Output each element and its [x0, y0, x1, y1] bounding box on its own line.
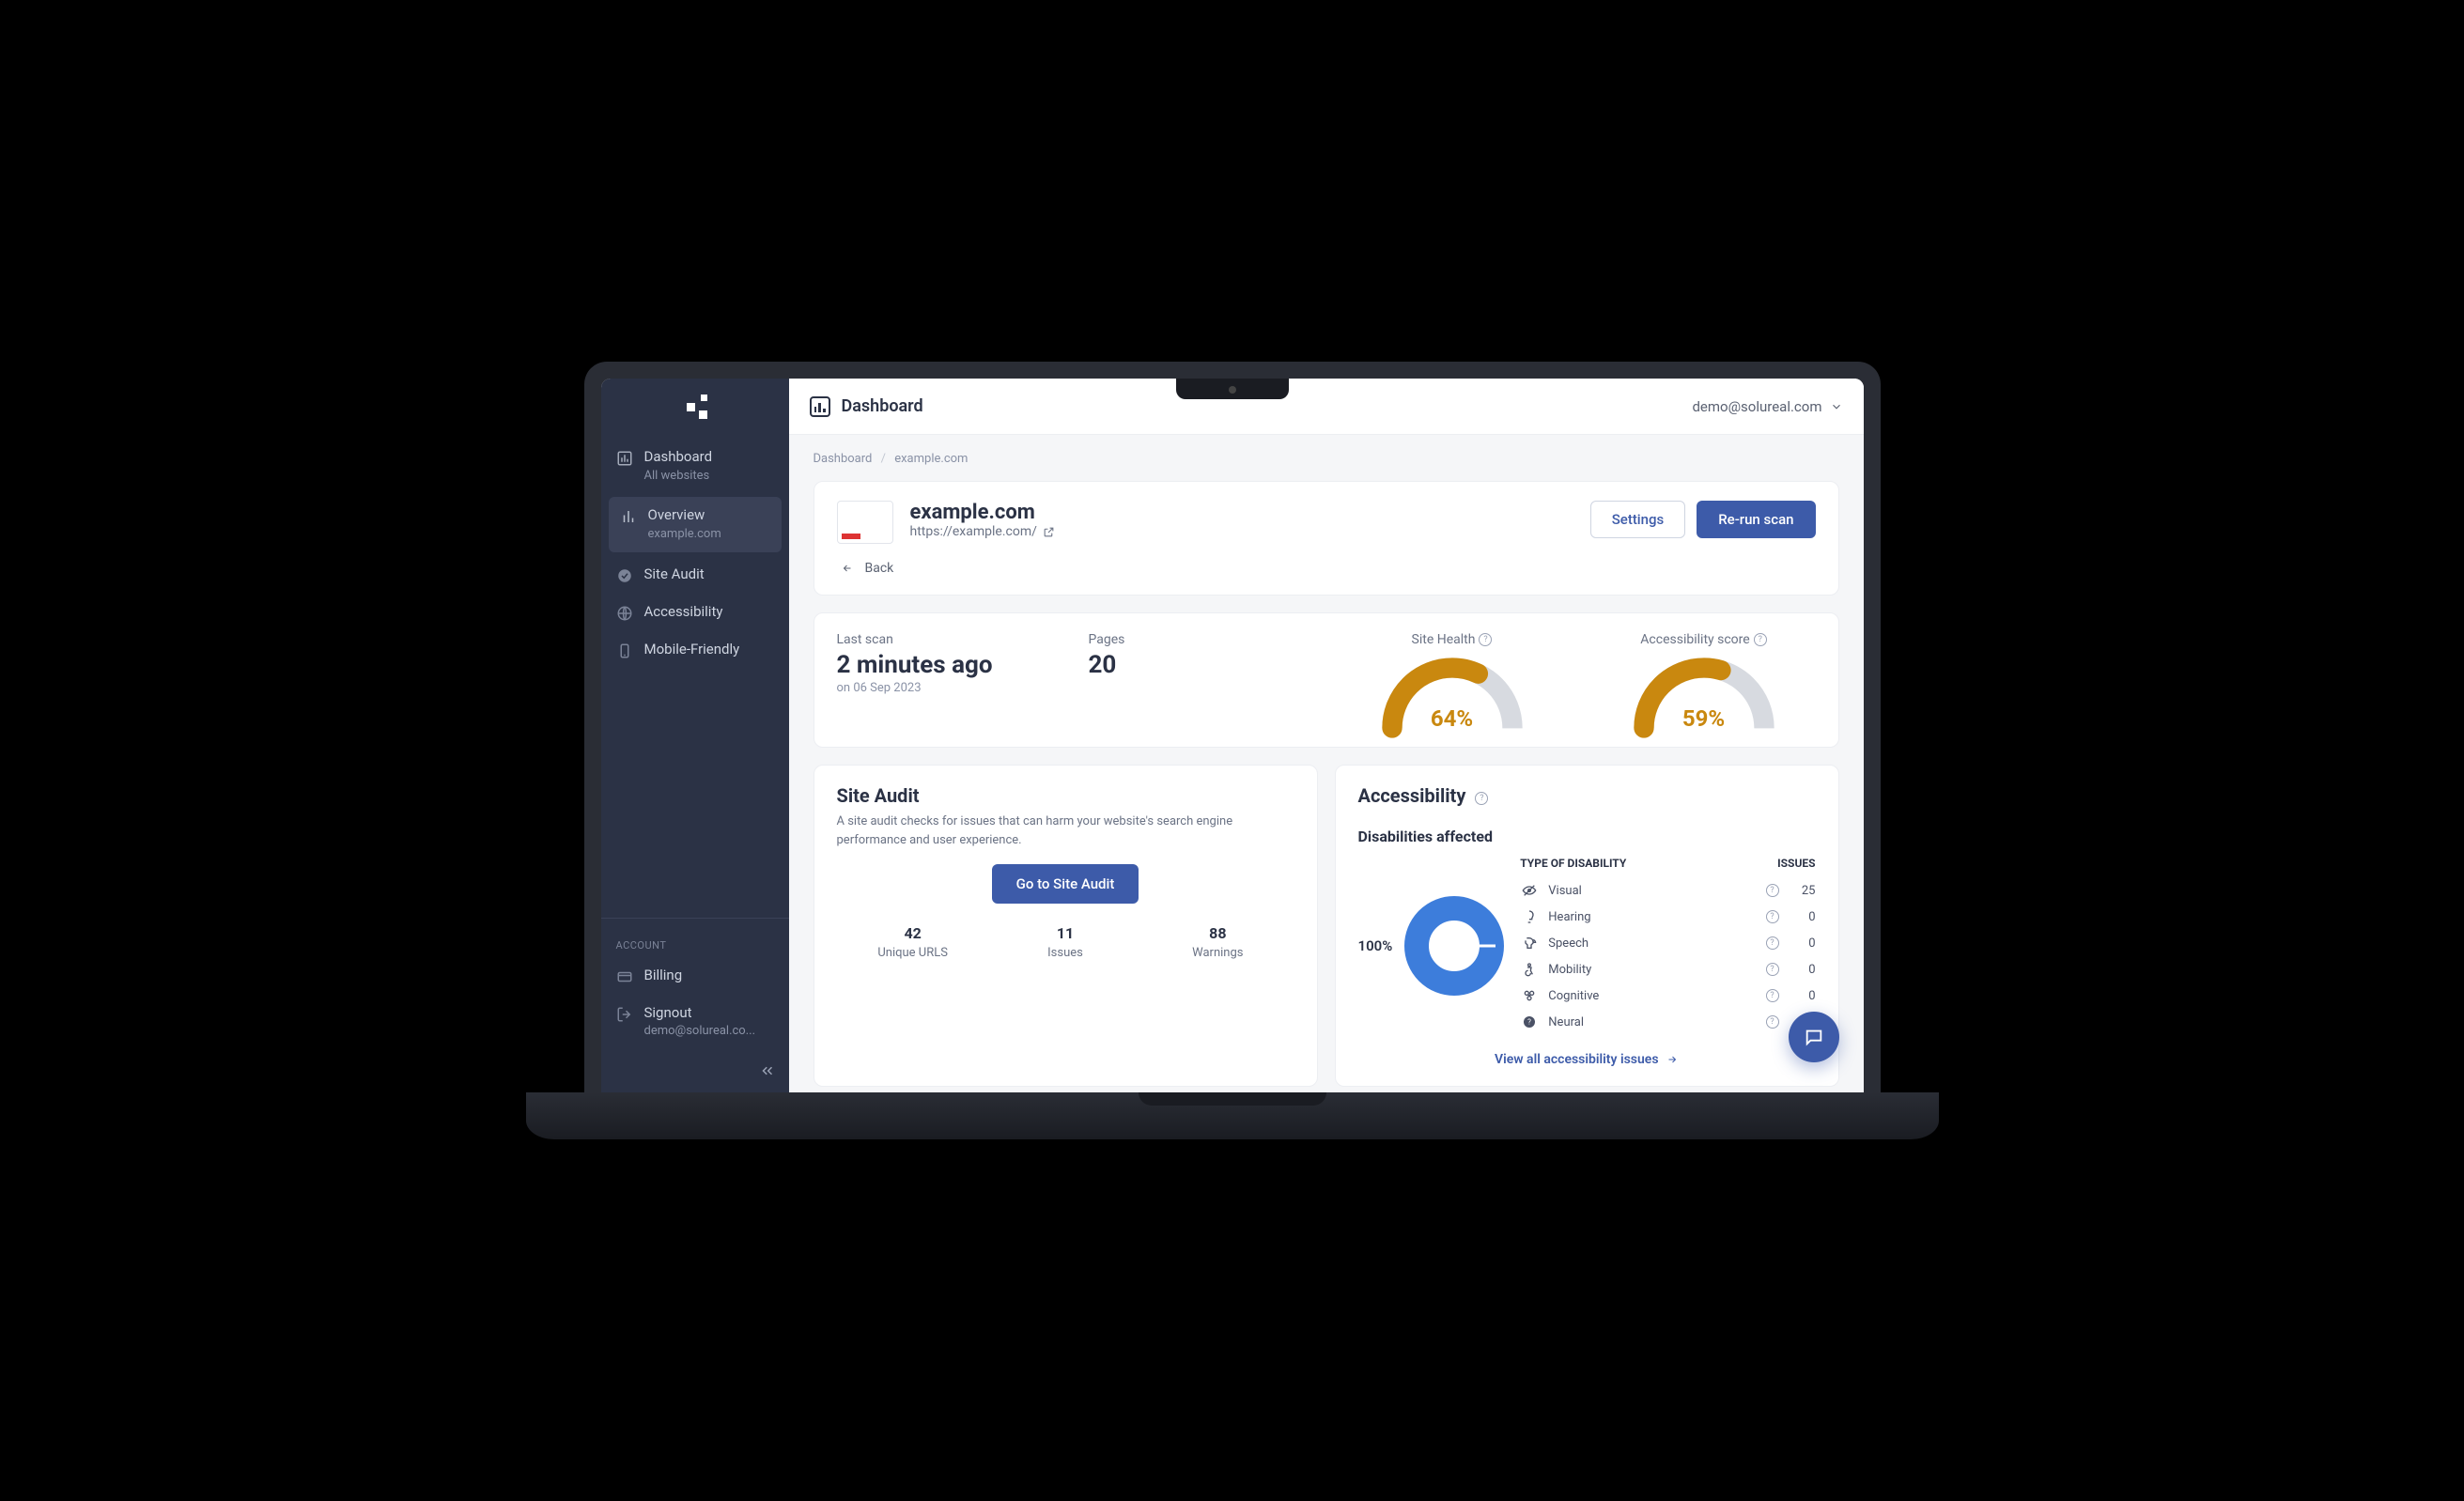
sidebar-item-billing[interactable]: Billing — [601, 957, 789, 995]
help-icon[interactable]: ? — [1763, 989, 1782, 1002]
svg-text:?: ? — [1527, 1018, 1531, 1027]
settings-button[interactable]: Settings — [1590, 501, 1686, 538]
stats-card: Last scan 2 minutes ago on 06 Sep 2023 P… — [814, 612, 1839, 748]
nav-label: Billing — [644, 967, 683, 985]
nav: Dashboard All websites Overview example.… — [601, 435, 789, 910]
divider — [601, 918, 789, 919]
view-all-accessibility-link[interactable]: View all accessibility issues — [1358, 1052, 1816, 1067]
help-icon[interactable]: ? — [1763, 963, 1782, 976]
disabilities-table: TYPE OF DISABILITYISSUES Visual?25Hearin… — [1520, 857, 1815, 1035]
chevron-down-icon — [1830, 400, 1843, 413]
disability-icon — [1520, 883, 1539, 898]
disability-icon — [1520, 962, 1539, 977]
site-header-card: example.com https://example.com/ Setting… — [814, 481, 1839, 596]
sidebar: Dashboard All websites Overview example.… — [601, 379, 789, 1092]
arrow-right-icon — [1666, 1054, 1679, 1065]
disability-row: Mobility?0 — [1520, 956, 1815, 983]
go-to-site-audit-button[interactable]: Go to Site Audit — [992, 864, 1139, 904]
accessibility-gauge: 59% — [1629, 653, 1779, 728]
disability-icon — [1520, 988, 1539, 1003]
logo — [601, 379, 789, 435]
site-url[interactable]: https://example.com/ — [910, 524, 1055, 539]
disability-icon: ? — [1520, 1014, 1539, 1029]
nav-label: Signout — [644, 1004, 756, 1023]
nav-sublabel: demo@solureal.co... — [644, 1024, 756, 1040]
topbar: Dashboard demo@solureal.com — [789, 379, 1864, 435]
user-menu[interactable]: demo@solureal.com — [1692, 398, 1842, 415]
disability-icon — [1520, 936, 1539, 951]
stat-warnings: 88Warnings — [1141, 924, 1294, 960]
dashboard-icon — [616, 450, 633, 467]
nav-sublabel: All websites — [644, 469, 713, 485]
stat-pages: Pages 20 — [1089, 632, 1312, 728]
site-info: example.com https://example.com/ — [910, 501, 1055, 539]
sidebar-item-accessibility[interactable]: Accessibility — [601, 594, 789, 631]
stat-last-scan: Last scan 2 minutes ago on 06 Sep 2023 — [837, 632, 1061, 728]
account-section-label: ACCOUNT — [601, 926, 789, 957]
help-icon[interactable]: ? — [1763, 884, 1782, 897]
site-health-gauge: 64% — [1377, 653, 1527, 728]
nav-sublabel: example.com — [648, 527, 721, 543]
chevron-double-left-icon — [759, 1062, 776, 1079]
stat-site-health: Site Health? 64% — [1340, 632, 1564, 728]
chat-fab[interactable] — [1789, 1012, 1839, 1062]
dashboard-icon — [810, 396, 830, 417]
disability-row: Hearing?0 — [1520, 904, 1815, 930]
nav-label: Mobile-Friendly — [644, 641, 740, 659]
nav-label: Dashboard — [644, 448, 713, 467]
site-thumbnail — [837, 501, 893, 544]
nav-label: Site Audit — [644, 565, 705, 584]
stat-accessibility-score: Accessibility score? 59% — [1592, 632, 1816, 728]
content: Dashboard / example.com example.com http… — [789, 435, 1864, 1092]
nav-label: Overview — [648, 506, 721, 525]
breadcrumb: Dashboard / example.com — [814, 452, 1839, 466]
sidebar-item-signout[interactable]: Signout demo@solureal.co... — [601, 995, 789, 1049]
rerun-scan-button[interactable]: Re-run scan — [1697, 501, 1815, 538]
main: Dashboard demo@solureal.com Dashboard / … — [789, 379, 1864, 1092]
disabilities-donut: 100% — [1358, 890, 1511, 1002]
card-icon — [616, 968, 633, 985]
site-name: example.com — [910, 501, 1055, 524]
mobile-icon — [616, 642, 633, 659]
back-link[interactable]: Back — [839, 561, 1816, 576]
logo-icon — [683, 395, 707, 419]
help-icon[interactable]: ? — [1763, 1015, 1782, 1029]
collapse-sidebar-button[interactable] — [601, 1049, 789, 1092]
breadcrumb-current: example.com — [894, 452, 968, 466]
nav-label: Accessibility — [644, 603, 723, 622]
stat-issues: 11Issues — [989, 924, 1141, 960]
sidebar-item-dashboard[interactable]: Dashboard All websites — [601, 439, 789, 493]
arrow-left-icon — [839, 563, 856, 574]
site-audit-card: Site Audit A site audit checks for issue… — [814, 765, 1318, 1087]
help-icon[interactable]: ? — [1763, 936, 1782, 950]
check-circle-icon — [616, 567, 633, 584]
sidebar-item-overview[interactable]: Overview example.com — [609, 497, 782, 551]
help-icon[interactable]: ? — [1754, 633, 1767, 646]
chart-icon — [620, 508, 637, 525]
disability-row: Cognitive?0 — [1520, 983, 1815, 1009]
page-title: Dashboard — [810, 396, 923, 417]
sidebar-item-site-audit[interactable]: Site Audit — [601, 556, 789, 594]
external-link-icon — [1043, 526, 1055, 538]
user-email: demo@solureal.com — [1692, 398, 1821, 415]
sidebar-item-mobile[interactable]: Mobile-Friendly — [601, 631, 789, 669]
disability-icon — [1520, 909, 1539, 924]
disability-row: ?Neural?0 — [1520, 1009, 1815, 1035]
signout-icon — [616, 1006, 633, 1023]
accessibility-card: Accessibility ? Disabilities affected 10… — [1335, 765, 1839, 1087]
disability-row: Speech?0 — [1520, 930, 1815, 956]
help-icon[interactable]: ? — [1479, 633, 1492, 646]
disability-row: Visual?25 — [1520, 877, 1815, 904]
chat-icon — [1804, 1027, 1824, 1047]
globe-icon — [616, 605, 633, 622]
breadcrumb-root[interactable]: Dashboard — [814, 452, 873, 466]
stat-unique-urls: 42Unique URLS — [837, 924, 989, 960]
help-icon[interactable]: ? — [1763, 910, 1782, 923]
